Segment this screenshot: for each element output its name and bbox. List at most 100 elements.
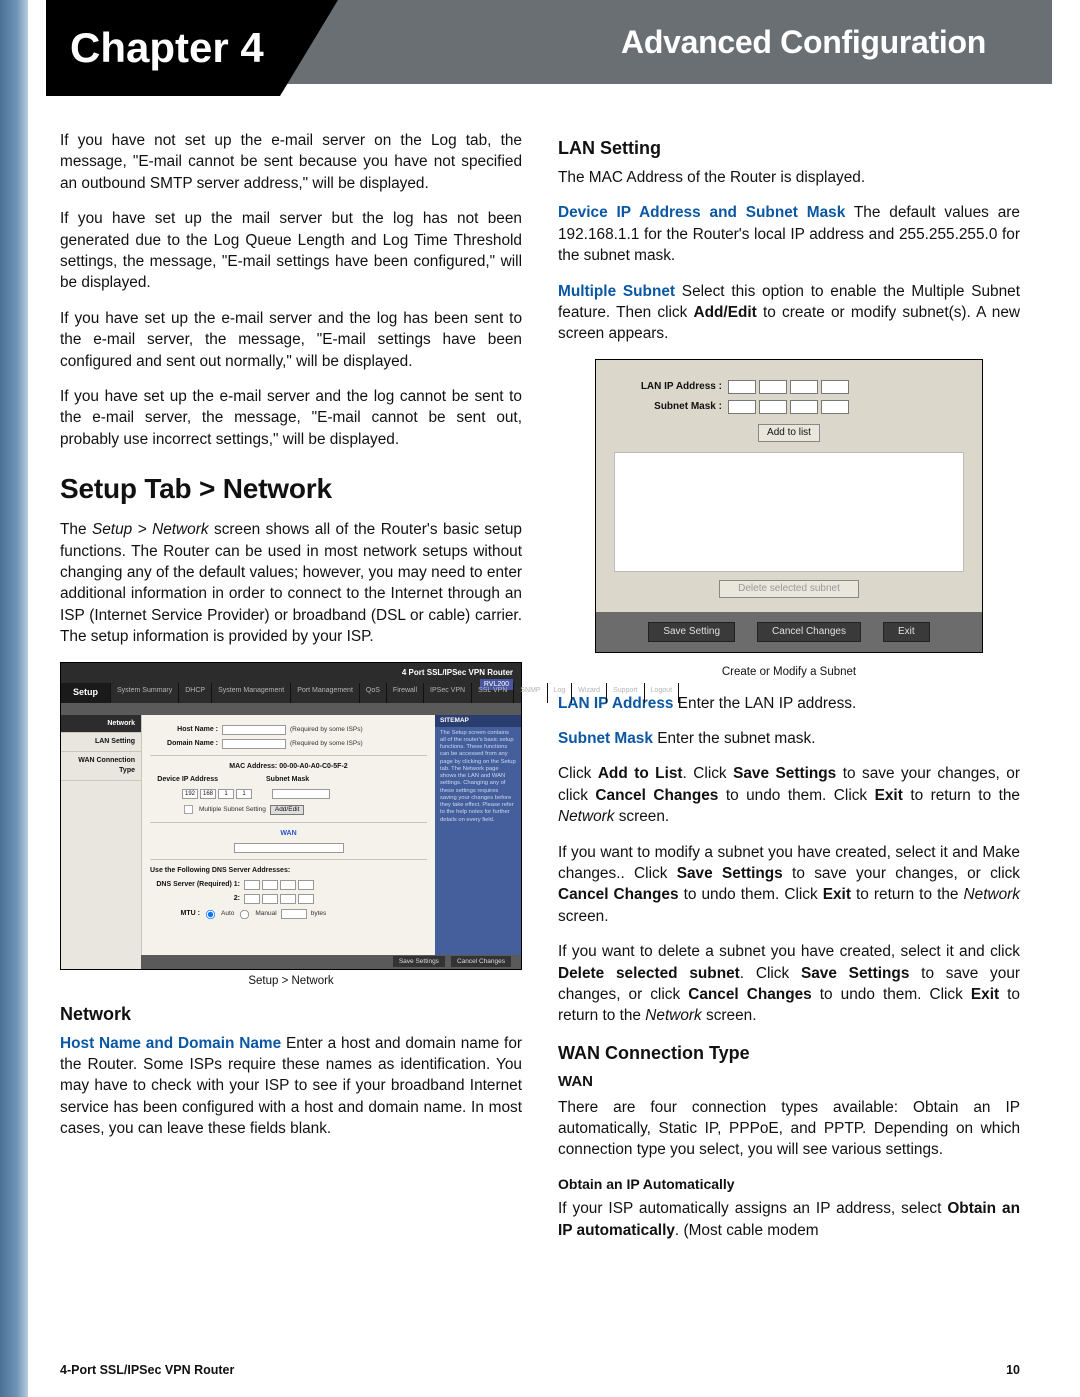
para: If you have not set up the e-mail server… (60, 130, 522, 194)
text-bold: Add/Edit (694, 304, 757, 321)
figure-caption: Setup > Network (60, 974, 522, 990)
dns1-input[interactable] (244, 880, 314, 890)
tab[interactable]: QoS (360, 683, 387, 703)
text: The (60, 521, 92, 538)
tab[interactable]: Log (548, 683, 573, 703)
page-left-accent (0, 0, 28, 1397)
text-italic: Network (645, 1007, 701, 1024)
heading-lan-setting: LAN Setting (558, 136, 1020, 161)
text: Enter the LAN IP address. (673, 695, 856, 712)
para: If you have set up the e-mail server and… (60, 386, 522, 450)
tab[interactable]: Support (607, 683, 645, 703)
runin-device-ip: Device IP Address and Subnet Mask (558, 204, 845, 221)
para: If you want to modify a subnet you have … (558, 842, 1020, 928)
subnet-list[interactable] (614, 452, 964, 572)
text-bold: Exit (823, 886, 851, 903)
tab[interactable]: System Management (212, 683, 291, 703)
mask-input[interactable] (728, 400, 849, 414)
figure-subnet-dialog: LAN IP Address : Subnet Mask : Add to li… (595, 359, 983, 653)
para: If you have set up the mail server but t… (60, 208, 522, 294)
mtu-label: MTU : (150, 909, 200, 919)
domain-input[interactable] (222, 739, 286, 749)
para: Multiple Subnet Select this option to en… (558, 281, 1020, 345)
tab[interactable]: DHCP (179, 683, 212, 703)
mtu-manual-label: Manual (255, 909, 276, 918)
router-left-nav: Network LAN Setting WAN Connection Type (61, 715, 141, 969)
host-note: (Required by some ISPs) (290, 725, 363, 734)
tab[interactable]: System Summary (111, 683, 179, 703)
cancel-changes-button[interactable]: Cancel Changes (451, 956, 511, 967)
tab[interactable]: SNMP (514, 683, 547, 703)
tab-setup[interactable]: Setup (61, 683, 111, 703)
mtu-auto-label: Auto (221, 909, 234, 918)
chapter-badge: Chapter 4 (46, 0, 338, 96)
dns1-label: DNS Server (Required) 1: (150, 880, 240, 890)
save-setting-button[interactable]: Save Setting (648, 622, 735, 642)
mac-label: MAC Address: 00-00-A0-A0-C0-5F-2 (229, 762, 347, 772)
text: Click (558, 765, 598, 782)
text: to undo them. Click (718, 787, 874, 804)
figure-setup-network: 4 Port SSL/IPSec VPN Router RVL200 Setup… (60, 662, 522, 970)
tab[interactable]: IPSec VPN (424, 683, 472, 703)
tab[interactable]: Firewall (387, 683, 424, 703)
delete-selected-subnet-button[interactable]: Delete selected subnet (719, 580, 859, 598)
mask-label: Subnet Mask : (614, 400, 722, 414)
tab[interactable]: SSL VPN (472, 683, 514, 703)
lanip-input[interactable] (728, 380, 849, 394)
add-edit-subnet-button[interactable]: Add/Edit (270, 805, 305, 815)
tab[interactable]: Port Management (291, 683, 360, 703)
text-italic: Setup > Network (92, 521, 209, 538)
text-bold: Save Settings (677, 865, 783, 882)
text-bold: Delete selected subnet (558, 965, 740, 982)
mtu-auto-radio[interactable] (206, 909, 215, 918)
para: The MAC Address of the Router is display… (558, 167, 1020, 188)
tab[interactable]: Logout (645, 683, 679, 703)
text: . Click (683, 765, 734, 782)
runin-subnet-mask: Subnet Mask (558, 730, 653, 747)
text-bold: Exit (875, 787, 903, 804)
para: If your ISP automatically assigns an IP … (558, 1198, 1020, 1241)
text: . Click (740, 965, 801, 982)
router-tabs: Setup System Summary DHCP System Managem… (61, 683, 521, 703)
multiple-subnet-checkbox[interactable] (184, 805, 193, 814)
mask-select[interactable] (272, 789, 330, 799)
footer-page-num: 10 (1006, 1363, 1020, 1377)
ip-octets[interactable]: 19216811 (182, 789, 252, 799)
text: screen shows all of the Router's basic s… (60, 521, 522, 645)
dns2-input[interactable] (244, 894, 314, 904)
lanip-label: LAN IP Address : (614, 380, 722, 394)
text: to save your changes, or click (783, 865, 1020, 882)
host-input[interactable] (222, 725, 286, 735)
para: There are four connection types availabl… (558, 1097, 1020, 1161)
router-ui-title: 4 Port SSL/IPSec VPN Router (402, 667, 513, 678)
exit-button[interactable]: Exit (883, 622, 930, 642)
mtu-bytes: bytes (311, 909, 327, 918)
text: If your ISP automatically assigns an IP … (558, 1200, 947, 1217)
text: screen. (558, 908, 608, 925)
mtu-manual-radio[interactable] (240, 909, 249, 918)
para: If you want to delete a subnet you have … (558, 941, 1020, 1027)
text: to undo them. Click (679, 886, 823, 903)
text-bold: Cancel Changes (688, 986, 812, 1003)
wan-type-select[interactable] (234, 843, 344, 853)
text-bold: Add to List (598, 765, 683, 782)
add-to-list-button[interactable]: Add to list (758, 424, 820, 442)
mtu-input[interactable] (281, 909, 307, 919)
help-body: The Setup screen contains all of the rou… (440, 730, 516, 824)
save-settings-button[interactable]: Save Settings (393, 956, 445, 967)
devip-label: Device IP Address (150, 775, 218, 785)
nav-item[interactable]: LAN Setting (61, 733, 141, 752)
heading-setup-network: Setup Tab > Network (60, 470, 522, 509)
right-column: LAN Setting The MAC Address of the Route… (558, 130, 1020, 1347)
mask-label: Subnet Mask (266, 775, 309, 785)
tab[interactable]: Wizard (572, 683, 607, 703)
section-title: Advanced Configuration (621, 24, 986, 61)
help-title: SITEMAP (435, 715, 521, 727)
text-italic: Network (964, 886, 1020, 903)
cancel-changes-button[interactable]: Cancel Changes (757, 622, 861, 642)
text: . (Most cable modem (675, 1222, 819, 1239)
nav-network[interactable]: Network (61, 715, 141, 734)
nav-item[interactable]: WAN Connection Type (61, 752, 141, 780)
runin-host-domain: Host Name and Domain Name (60, 1035, 281, 1052)
text-bold: Save Settings (801, 965, 909, 982)
